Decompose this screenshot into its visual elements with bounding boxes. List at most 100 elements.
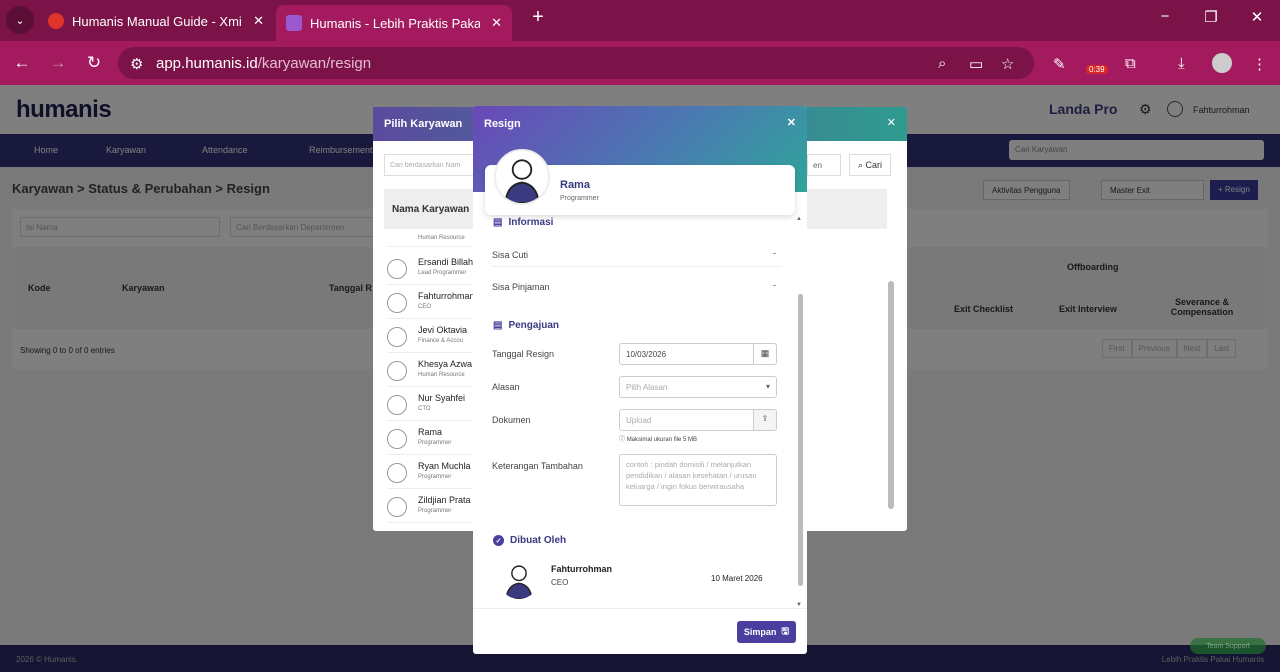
close-icon[interactable]: ✕ [887, 116, 896, 129]
department-select[interactable]: en [807, 154, 841, 176]
calendar-icon[interactable]: ▦ [753, 344, 776, 364]
avatar [387, 429, 407, 449]
creator-role: CEO [551, 578, 569, 587]
employee-name: Rama [560, 179, 590, 191]
close-tab-icon[interactable]: ✕ [491, 15, 502, 31]
resign-modal-title: Resign [484, 118, 521, 130]
new-tab-button[interactable]: + [515, 6, 561, 29]
humanis-favicon-icon [286, 15, 302, 31]
save-button[interactable]: Simpan 🖫 [737, 621, 796, 643]
dokumen-hint-text: Maksimal ukuran file 5 MB [626, 437, 698, 443]
created-date: 10 Maret 2026 [711, 574, 763, 583]
extension-timer-badge[interactable]: 0:39 [1086, 65, 1108, 74]
close-tab-icon[interactable]: ✕ [253, 13, 264, 29]
alasan-placeholder: Pilih Alasan [626, 383, 668, 392]
forward-arrow-icon[interactable]: → [47, 53, 69, 73]
tab-search-button[interactable]: ⌄ [6, 6, 34, 34]
avatar [387, 463, 407, 483]
back-arrow-icon[interactable]: ← [11, 53, 33, 73]
search-button[interactable]: ⌕ Cari [849, 154, 892, 176]
dokumen-placeholder: Upload [626, 416, 652, 425]
employee-role: Programmer [560, 195, 599, 202]
informasi-title: Informasi [508, 217, 554, 228]
employee-name: Zildjian Prata [418, 495, 471, 505]
pengajuan-title: Pengajuan [508, 320, 560, 331]
check-circle-icon: ✓ [493, 535, 504, 546]
sisa-pinjaman-value: - [773, 280, 776, 290]
avatar [387, 361, 407, 381]
browser-tab-humanis[interactable]: Humanis - Lebih Praktis Pakai H ✕ [276, 5, 512, 41]
floppy-disk-icon: 🖫 [781, 626, 790, 636]
employee-role: Programmer [418, 474, 452, 480]
close-icon[interactable]: ✕ [787, 116, 796, 129]
browser-tab-manual-guide[interactable]: Humanis Manual Guide - Xmind ✕ [38, 6, 274, 36]
pilih-karyawan-title: Pilih Karyawan [384, 118, 463, 130]
reload-icon[interactable]: ↻ [83, 53, 105, 73]
employee-list-scrollbar[interactable] [887, 189, 895, 519]
employee-role: Lead Programmer [418, 270, 467, 276]
save-label: Simpan [743, 627, 777, 637]
employee-role: Finance & Accou [418, 338, 464, 344]
feather-extension-icon[interactable]: ✎ [1053, 55, 1066, 73]
dibuat-oleh-title: Dibuat Oleh [510, 535, 567, 546]
tanggal-resign-input[interactable]: 10/03/2026 ▦ [619, 343, 777, 365]
person-avatar-icon [504, 159, 540, 203]
alasan-label: Alasan [492, 382, 520, 392]
employee-role: Programmer [418, 440, 452, 446]
employee-name: Nur Syahfei [418, 393, 466, 403]
employee-role: CTO [418, 406, 431, 412]
scroll-up-icon[interactable]: ▲ [796, 216, 802, 222]
scroll-thumb[interactable] [888, 281, 894, 509]
avatar [387, 395, 407, 415]
avatar [387, 259, 407, 279]
dokumen-upload[interactable]: Upload ⇪ [619, 409, 777, 431]
url-path: /karyawan/resign [257, 54, 372, 72]
document-icon: ▤ [493, 217, 503, 228]
search-button-label: Cari [865, 160, 883, 170]
dibuat-oleh-section: ✓ Dibuat Oleh [493, 535, 566, 546]
employee-name: Fahturrohman [418, 291, 475, 301]
col-nama-karyawan: Nama Karyawan [392, 204, 470, 215]
extensions-puzzle-icon[interactable]: ⧉ [1125, 55, 1136, 72]
sisa-pinjaman-label: Sisa Pinjaman [492, 282, 550, 292]
employee-avatar [494, 149, 550, 205]
pengajuan-section: ▤ Pengajuan [493, 320, 559, 331]
employee-name: Ersandi Billah [418, 257, 474, 267]
creator-avatar [499, 559, 539, 599]
install-app-icon[interactable]: ▭ [969, 55, 983, 73]
download-icon[interactable]: ⤓ [1178, 55, 1185, 72]
avatar [387, 293, 407, 313]
profile-avatar[interactable] [1212, 53, 1232, 73]
resign-modal-scrollbar[interactable]: ▲ ▼ [796, 214, 804, 608]
tab-title: Humanis Manual Guide - Xmind [72, 13, 242, 29]
document-icon: ▤ [493, 320, 503, 331]
creator-name: Fahturrohman [551, 564, 613, 574]
team-support-button[interactable]: Team Support [1190, 638, 1266, 654]
keterangan-textarea[interactable]: contoh : pindah domisili / melanjutkan p… [619, 454, 777, 506]
tanggal-resign-value: 10/03/2026 [626, 350, 667, 359]
tab-title: Humanis - Lebih Praktis Pakai H [310, 15, 480, 31]
chevron-down-icon: ⌄ [15, 14, 25, 27]
employee-name: Ryan Muchla [418, 461, 471, 471]
divider [492, 266, 782, 267]
bookmark-star-icon[interactable]: ☆ [1001, 55, 1014, 73]
site-settings-icon[interactable]: ⚙ [130, 55, 143, 73]
minimize-button[interactable]: − [1142, 8, 1188, 25]
alasan-select[interactable]: Pilih Alasan ▾ [619, 376, 777, 398]
maximize-button[interactable]: ❐ [1188, 8, 1234, 26]
caret-down-icon: ▾ [765, 382, 770, 391]
employee-name-search[interactable]: Cari berdasarkan Nam [384, 154, 474, 176]
zoom-icon[interactable]: ⌕ [938, 55, 946, 72]
employee-role: Programmer [418, 508, 452, 514]
resign-modal: Resign ✕ Rama Programmer ▤ Informasi Sisa… [473, 106, 807, 654]
close-window-button[interactable]: ✕ [1234, 8, 1280, 26]
menu-kebab-icon[interactable]: ⋮ [1252, 55, 1267, 73]
employee-name: Khesya Azwa [418, 359, 473, 369]
keterangan-label: Keterangan Tambahan [492, 461, 583, 471]
address-bar[interactable]: app.humanis.id/karyawan/resign [118, 47, 1034, 79]
scroll-thumb[interactable] [798, 294, 803, 586]
employee-name: Rama [418, 427, 443, 437]
avatar [387, 497, 407, 517]
dokumen-label: Dokumen [492, 415, 531, 425]
upload-icon[interactable]: ⇪ [753, 410, 776, 430]
